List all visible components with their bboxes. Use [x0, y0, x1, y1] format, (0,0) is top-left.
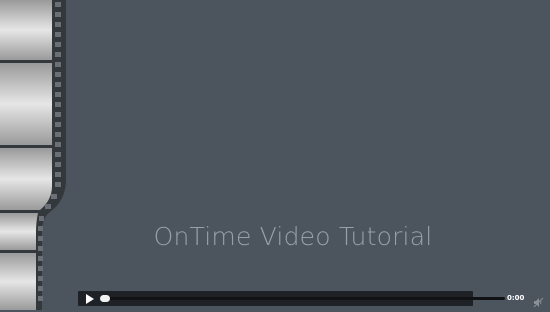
- progress-scrubber[interactable]: [100, 295, 110, 302]
- play-button[interactable]: [85, 294, 95, 304]
- video-controls-bar: 0:00: [78, 291, 544, 308]
- video-stage[interactable]: OnTime Video Tutorial 0:00: [0, 0, 550, 310]
- video-title: OnTime Video Tutorial: [153, 222, 433, 251]
- muted-speaker-icon: [533, 297, 544, 308]
- filmstrip-graphic: [0, 0, 66, 310]
- mute-button[interactable]: [533, 293, 544, 308]
- time-display: 0:00: [507, 294, 525, 302]
- play-icon: [86, 294, 94, 304]
- progress-bar[interactable]: [102, 297, 505, 300]
